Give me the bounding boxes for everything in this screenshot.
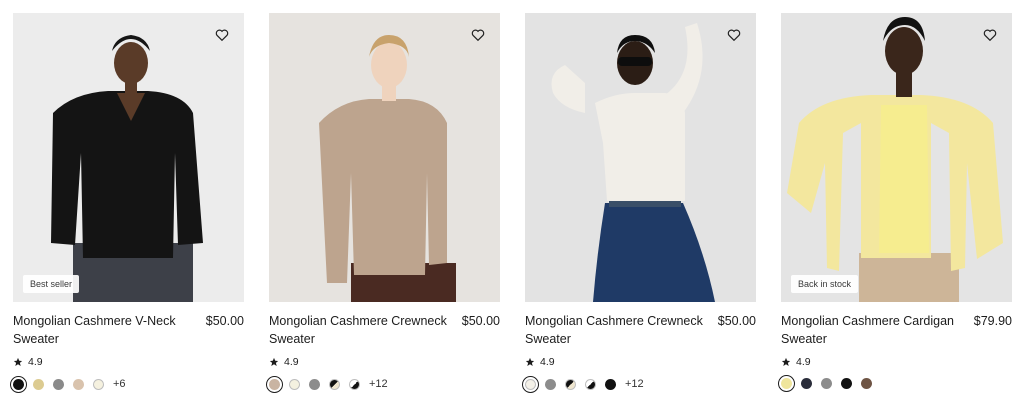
more-colors-link[interactable]: +6 [113,378,126,390]
color-swatch[interactable] [778,375,795,392]
color-swatch[interactable] [289,378,300,390]
color-swatch[interactable] [349,378,360,390]
product-price: $50.00 [461,314,500,328]
model-photo [269,13,500,302]
color-swatches: +12 [522,375,756,393]
color-swatch[interactable] [801,378,812,389]
color-swatch[interactable] [10,375,27,393]
product-card[interactable]: Back in stock Mongolian Cashmere Cardiga… [778,13,1012,392]
more-colors-link[interactable]: +12 [625,378,644,390]
star-icon [269,357,279,366]
color-swatch[interactable] [266,375,283,393]
model-photo [525,13,756,302]
heart-icon[interactable] [726,27,742,43]
heart-icon[interactable] [214,27,230,43]
product-image[interactable] [269,13,500,302]
color-swatch[interactable] [821,378,832,389]
color-swatch[interactable] [841,378,852,389]
color-swatch[interactable] [545,378,556,390]
model-photo [781,13,1012,302]
product-card[interactable]: Best seller Mongolian Cashmere V-Neck Sw… [10,13,244,393]
color-swatches [778,375,1012,392]
rating-value: 4.9 [28,356,43,368]
color-swatch[interactable] [585,378,596,390]
color-swatch[interactable] [33,378,44,390]
product-image[interactable]: Best seller [13,13,244,302]
status-badge: Back in stock [791,275,859,293]
more-colors-link[interactable]: +12 [369,378,388,390]
color-swatch[interactable] [73,378,84,390]
color-swatches: +6 [10,375,244,393]
product-rating: 4.9 [525,356,756,368]
product-rating: 4.9 [781,356,1012,368]
rating-value: 4.9 [796,356,811,368]
product-image[interactable]: Back in stock [781,13,1012,302]
color-swatch[interactable] [309,378,320,390]
star-icon [525,357,535,366]
product-price: $79.90 [973,314,1012,328]
color-swatch[interactable] [565,378,576,390]
status-badge: Best seller [23,275,80,293]
color-swatch[interactable] [53,378,64,390]
product-name[interactable]: Mongolian Cashmere Crewneck Sweater [525,312,705,348]
heart-icon[interactable] [982,27,998,43]
product-image[interactable] [525,13,756,302]
heart-icon[interactable] [470,27,486,43]
product-rating: 4.9 [269,356,500,368]
star-icon [781,357,791,366]
rating-value: 4.9 [540,356,555,368]
product-card[interactable]: Mongolian Cashmere Crewneck Sweater $50.… [522,13,756,393]
product-name[interactable]: Mongolian Cashmere Crewneck Sweater [269,312,449,348]
product-card[interactable]: Mongolian Cashmere Crewneck Sweater $50.… [266,13,500,393]
color-swatch[interactable] [93,378,104,390]
color-swatch[interactable] [861,378,872,389]
color-swatch[interactable] [522,375,539,393]
star-icon [13,357,23,366]
color-swatch[interactable] [329,378,340,390]
product-name[interactable]: Mongolian Cashmere Cardigan Sweater [781,312,961,348]
color-swatch[interactable] [605,378,616,390]
product-name[interactable]: Mongolian Cashmere V-Neck Sweater [13,312,193,348]
model-photo [13,13,244,302]
color-swatches: +12 [266,375,500,393]
product-price: $50.00 [205,314,244,328]
product-price: $50.00 [717,314,756,328]
rating-value: 4.9 [284,356,299,368]
product-rating: 4.9 [13,356,244,368]
